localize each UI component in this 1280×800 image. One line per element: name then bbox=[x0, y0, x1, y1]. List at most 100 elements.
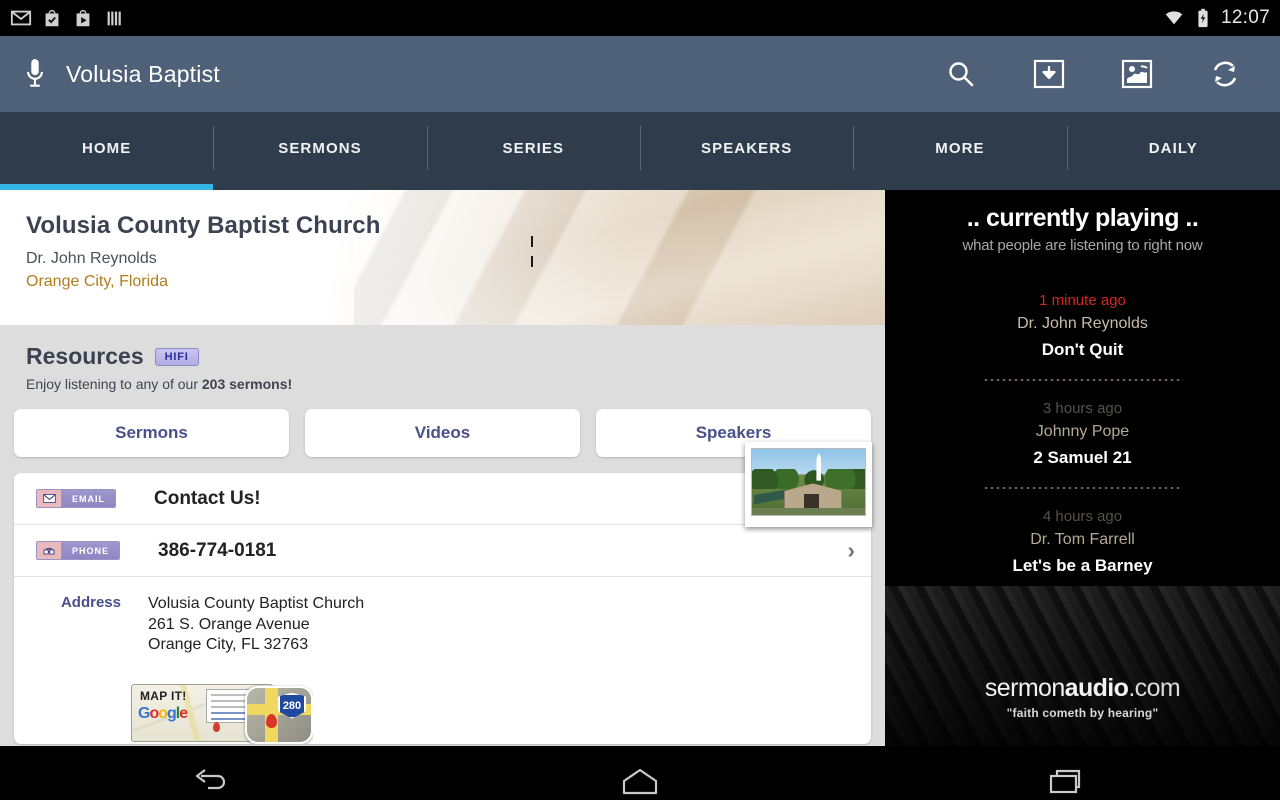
phone-badge-label: PHONE bbox=[62, 542, 120, 559]
address-block: Address Volusia County Baptist Church 26… bbox=[14, 577, 871, 668]
microphone-icon[interactable] bbox=[22, 57, 48, 91]
list-item[interactable]: 3 hours ago Johnny Pope 2 Samuel 21 bbox=[885, 400, 1280, 468]
tab-label: SPEAKERS bbox=[700, 139, 793, 157]
battery-charging-icon bbox=[1198, 8, 1208, 28]
logo-part-audio: audio bbox=[1064, 674, 1129, 702]
map-pin-icon bbox=[213, 721, 220, 732]
map-it-button[interactable]: MAP IT! Google 280 bbox=[127, 682, 313, 744]
search-icon[interactable] bbox=[942, 55, 980, 93]
envelope-icon bbox=[37, 490, 62, 507]
app-title: Volusia Baptist bbox=[66, 60, 220, 87]
divider bbox=[982, 487, 1183, 489]
logo-wordmark: sermonaudio.com bbox=[984, 674, 1181, 703]
contact-email-row[interactable]: EMAIL Contact Us! › bbox=[14, 473, 871, 525]
logo-part-sermon: sermon bbox=[984, 674, 1065, 702]
logo-tagline: "faith cometh by hearing" bbox=[1006, 706, 1159, 720]
list-item[interactable]: 4 hours ago Dr. Tom Farrell Let's be a B… bbox=[885, 508, 1280, 576]
tab-more[interactable]: MORE bbox=[853, 112, 1066, 184]
currently-playing-header: .. currently playing .. what people are … bbox=[885, 190, 1280, 254]
contact-phone-number: 386-774-0181 bbox=[158, 539, 277, 561]
sermon-count: 203 sermons! bbox=[201, 376, 293, 392]
currently-playing-list: 1 minute ago Dr. John Reynolds Don't Qui… bbox=[885, 292, 1280, 576]
tab-home[interactable]: HOME bbox=[0, 112, 214, 190]
tab-sermons[interactable]: SERMONS bbox=[213, 112, 426, 184]
email-badge: EMAIL bbox=[36, 489, 116, 508]
tab-label: SERMONS bbox=[278, 139, 362, 157]
resource-buttons: Sermons Videos Speakers bbox=[14, 409, 871, 457]
play-bag-icon bbox=[76, 10, 90, 27]
church-building-photo[interactable] bbox=[745, 442, 872, 527]
church-photo-image bbox=[751, 448, 866, 516]
address-value: Volusia County Baptist Church 261 S. Ora… bbox=[148, 594, 364, 656]
steeple bbox=[816, 452, 822, 481]
item-timestamp: 1 minute ago bbox=[1039, 292, 1126, 309]
status-bar-notifications bbox=[10, 7, 125, 29]
sermonaudio-logo: sermonaudio.com "faith cometh by hearing… bbox=[885, 586, 1280, 746]
contact-phone-row[interactable]: PHONE 386-774-0181 › bbox=[14, 525, 871, 577]
sermons-button[interactable]: Sermons bbox=[14, 409, 289, 457]
item-timestamp: 4 hours ago bbox=[1042, 508, 1123, 525]
broadcaster-panel: Volusia County Baptist Church Dr. John R… bbox=[0, 190, 885, 746]
map-it-label: MAP IT! bbox=[140, 688, 187, 703]
church-header: Volusia County Baptist Church Dr. John R… bbox=[0, 190, 885, 325]
status-bar-clock: 12:07 bbox=[1220, 7, 1270, 28]
address-label: Address bbox=[60, 594, 121, 611]
checkbox-bag-icon bbox=[45, 10, 59, 27]
church-location: Orange City, Florida bbox=[26, 273, 168, 290]
status-badge: HIFI bbox=[154, 347, 199, 366]
item-speaker: Dr. John Reynolds bbox=[1017, 315, 1148, 332]
logo-part-com: .com bbox=[1128, 674, 1181, 702]
download-icon[interactable] bbox=[1030, 55, 1068, 93]
address-line-3: Orange City, FL 32763 bbox=[148, 636, 309, 653]
action-bar-buttons bbox=[942, 55, 1262, 93]
tab-speakers[interactable]: SPEAKERS bbox=[639, 112, 853, 184]
church-info: Volusia County Baptist Church Dr. John R… bbox=[26, 212, 380, 291]
resources-subtitle-prefix: Enjoy listening to any of our bbox=[26, 376, 202, 392]
tab-label: HOME bbox=[81, 139, 132, 157]
globe-image-icon[interactable] bbox=[1118, 55, 1156, 93]
address-line-1: Volusia County Baptist Church bbox=[148, 595, 365, 612]
tab-daily[interactable]: DAILY bbox=[1066, 112, 1280, 184]
back-icon[interactable] bbox=[0, 767, 427, 797]
google-logo: Google bbox=[138, 704, 188, 722]
item-speaker: Johnny Pope bbox=[1035, 423, 1130, 440]
resources-header: Resources HIFI bbox=[14, 343, 871, 370]
tab-series[interactable]: SERIES bbox=[426, 112, 640, 184]
page-title: Volusia County Baptist Church bbox=[26, 212, 381, 239]
ground bbox=[752, 508, 865, 515]
church-pastor: Dr. John Reynolds bbox=[26, 250, 157, 267]
status-bar: 12:07 bbox=[0, 0, 1280, 36]
shield-number: 280 bbox=[278, 692, 306, 719]
divider bbox=[982, 379, 1183, 381]
item-timestamp: 3 hours ago bbox=[1042, 400, 1123, 417]
resources-subtitle: Enjoy listening to any of our 203 sermon… bbox=[14, 376, 871, 392]
list-item[interactable]: 1 minute ago Dr. John Reynolds Don't Qui… bbox=[885, 292, 1280, 360]
wifi-icon bbox=[1165, 11, 1183, 25]
address-line-2: 261 S. Orange Avenue bbox=[148, 615, 310, 633]
shield-map-pin-icon bbox=[266, 713, 277, 728]
tab-label: SERIES bbox=[502, 139, 565, 157]
videos-button[interactable]: Videos bbox=[305, 409, 580, 457]
tick-marks bbox=[531, 236, 533, 276]
tab-bar: HOME SERMONS SERIES SPEAKERS MORE DAILY bbox=[0, 112, 1280, 190]
bars-icon bbox=[107, 11, 121, 26]
tab-label: MORE bbox=[935, 139, 985, 157]
home-icon[interactable] bbox=[427, 767, 854, 797]
contact-card: EMAIL Contact Us! › P bbox=[14, 473, 871, 744]
contact-email-text: Contact Us! bbox=[154, 487, 261, 509]
action-bar: Volusia Baptist bbox=[0, 36, 1280, 112]
main-content: Volusia County Baptist Church Dr. John R… bbox=[0, 190, 1280, 746]
interstate-shield-icon: 280 bbox=[245, 685, 313, 744]
telephone-icon bbox=[37, 542, 62, 559]
resources-title: Resources bbox=[26, 343, 144, 369]
refresh-icon[interactable] bbox=[1206, 55, 1244, 93]
item-speaker: Dr. Tom Farrell bbox=[1030, 531, 1135, 548]
system-navigation-bar bbox=[0, 746, 1280, 800]
email-badge-label: EMAIL bbox=[62, 490, 115, 507]
currently-playing-heading: .. currently playing .. bbox=[966, 204, 1199, 232]
currently-playing-subheading: what people are listening to right now bbox=[962, 237, 1203, 254]
status-bar-system: 12:07 bbox=[1163, 7, 1270, 29]
item-title: 2 Samuel 21 bbox=[1033, 448, 1132, 467]
tab-label: DAILY bbox=[1148, 139, 1198, 157]
recents-icon[interactable] bbox=[853, 767, 1280, 797]
